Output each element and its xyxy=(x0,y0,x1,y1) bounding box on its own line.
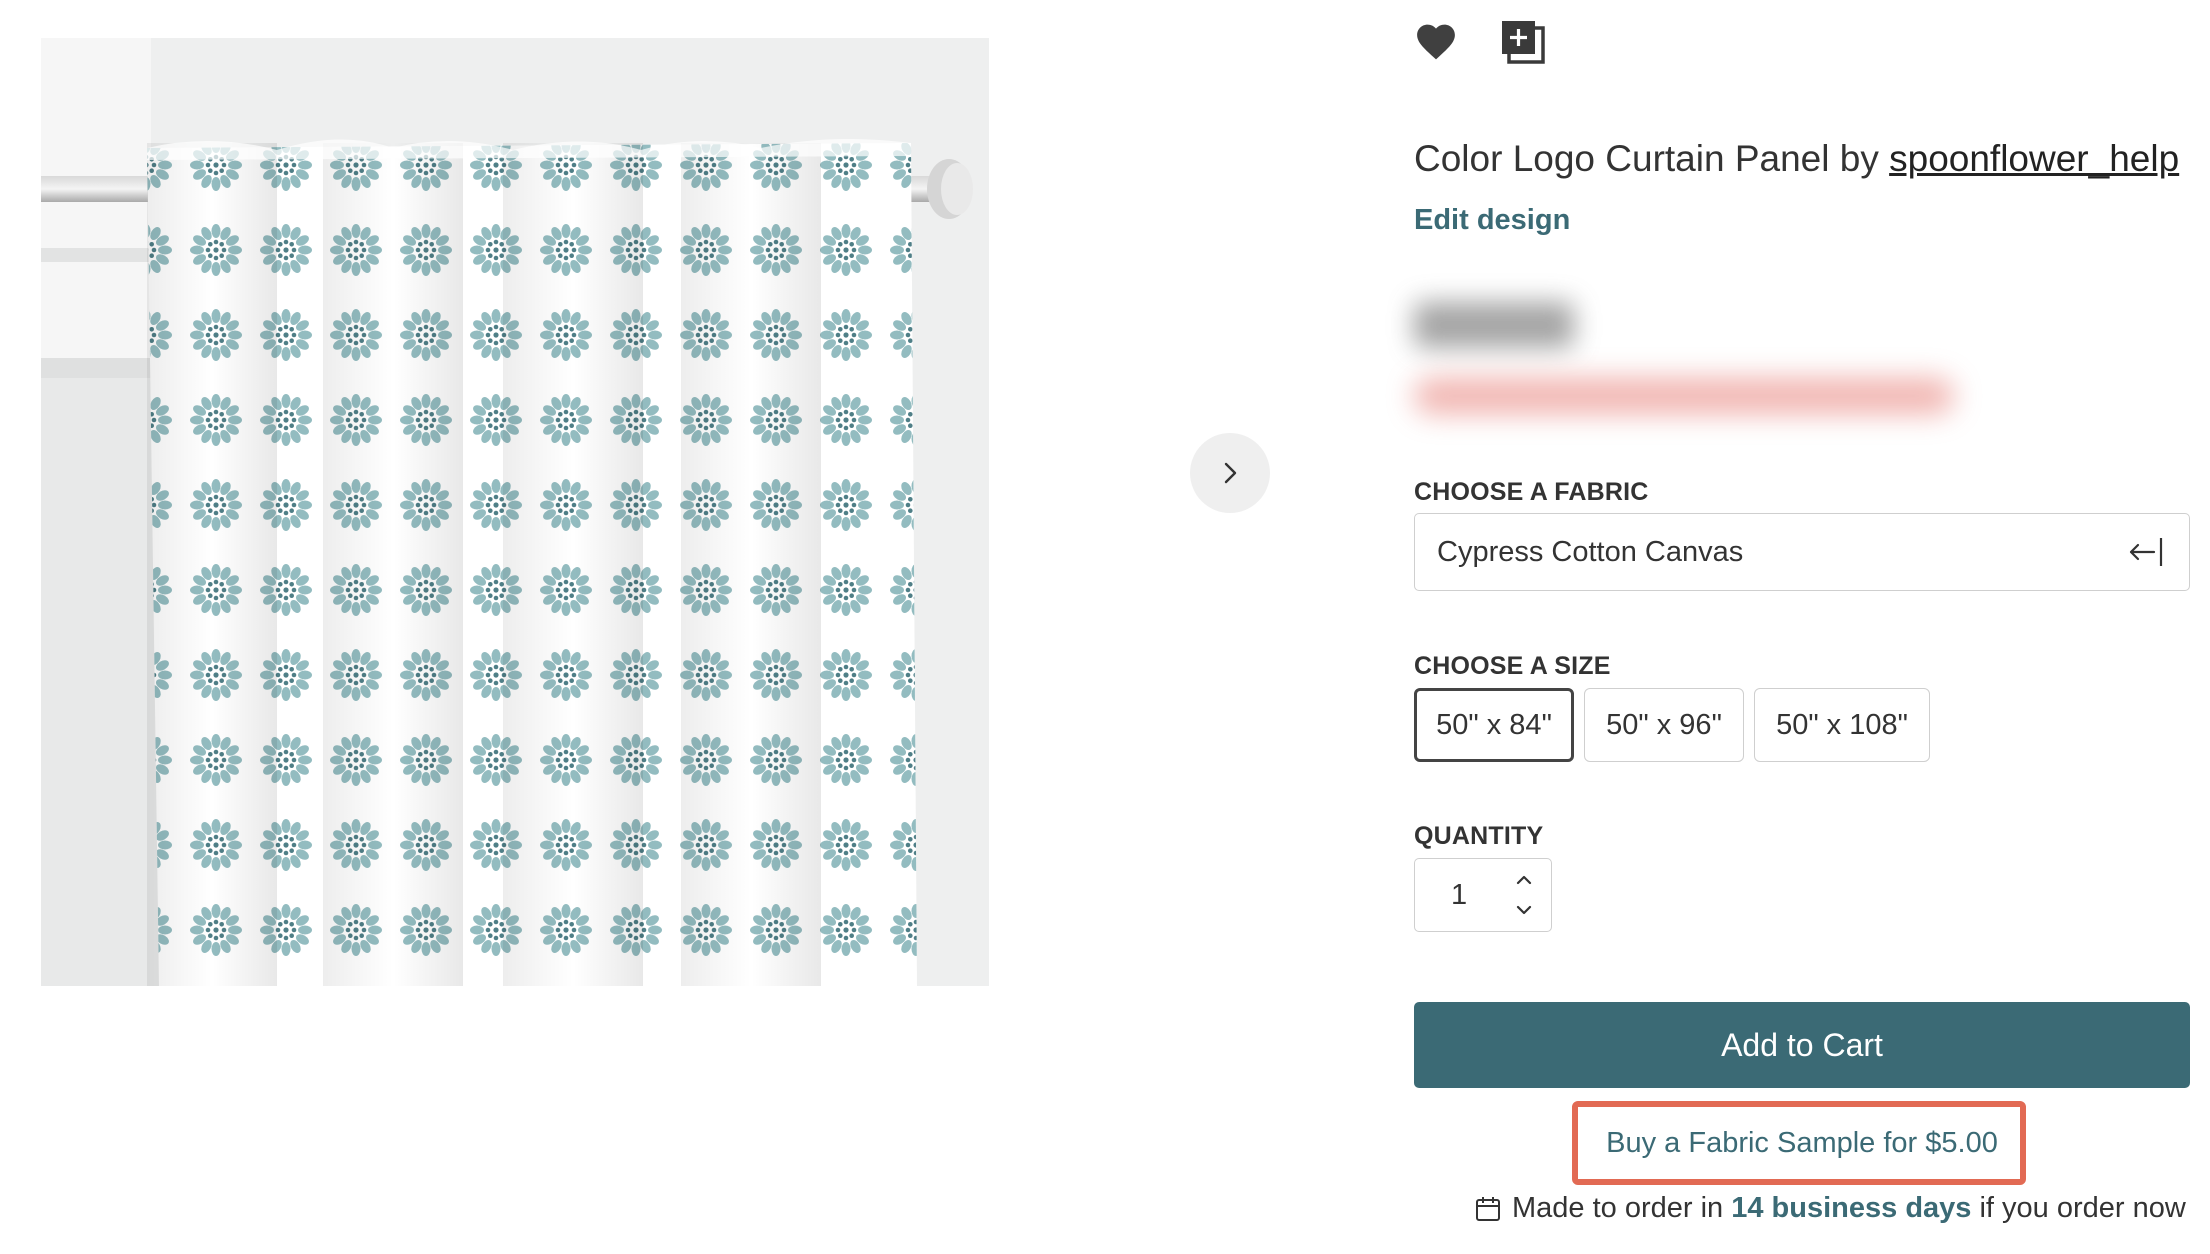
chevron-down-icon[interactable] xyxy=(1511,899,1537,921)
shipping-suffix: if you order now xyxy=(1971,1192,2186,1224)
add-to-collection-icon xyxy=(1502,21,1545,64)
calendar-icon xyxy=(1476,1196,1500,1221)
add-to-collection-button[interactable] xyxy=(1501,20,1551,70)
chevron-up-icon[interactable] xyxy=(1511,869,1537,891)
product-title: Color Logo Curtain Panel by spoonflower_… xyxy=(1414,138,2179,180)
favorite-button[interactable] xyxy=(1414,20,1464,70)
product-details-panel: Color Logo Curtain Panel by spoonflower_… xyxy=(1414,0,2194,1254)
chevron-right-icon xyxy=(1224,462,1237,484)
curtain-illustration xyxy=(41,38,989,986)
title-prefix: Color Logo Curtain Panel by xyxy=(1414,138,1890,179)
next-image-button[interactable] xyxy=(1190,433,1270,513)
promo-blurred xyxy=(1414,378,1954,414)
size-option-50x84[interactable]: 50" x 84" xyxy=(1414,688,1574,762)
shipping-text: Made to order in 14 business days if you… xyxy=(1512,1192,2186,1225)
fabric-value: Cypress Cotton Canvas xyxy=(1437,535,1744,568)
shipping-days: 14 business days xyxy=(1731,1192,1972,1224)
designer-link[interactable]: spoonflower_help xyxy=(1889,138,2179,179)
arrow-left-bar-icon xyxy=(2129,538,2163,566)
size-option-50x108[interactable]: 50" x 108" xyxy=(1754,688,1930,762)
quantity-label: QUANTITY xyxy=(1414,822,1544,850)
size-option-50x96[interactable]: 50" x 96" xyxy=(1584,688,1744,762)
buy-sample-link[interactable]: Buy a Fabric Sample for $5.00 xyxy=(1414,1127,2190,1160)
price-blurred xyxy=(1414,302,1574,348)
heart-icon xyxy=(1417,24,1455,60)
quantity-value[interactable]: 1 xyxy=(1451,879,1467,912)
add-to-cart-button[interactable]: Add to Cart xyxy=(1414,1002,2190,1088)
edit-design-link[interactable]: Edit design xyxy=(1414,204,1570,237)
shipping-prefix: Made to order in xyxy=(1512,1192,1732,1224)
quantity-stepper[interactable]: 1 xyxy=(1414,858,1552,932)
fabric-label: CHOOSE A FABRIC xyxy=(1414,478,1649,506)
size-label: CHOOSE A SIZE xyxy=(1414,652,1611,680)
product-image xyxy=(41,38,989,986)
shipping-info: Made to order in 14 business days if you… xyxy=(1474,1192,2186,1225)
size-options: 50" x 84" 50" x 96" 50" x 108" xyxy=(1414,688,1930,762)
fabric-select[interactable]: Cypress Cotton Canvas xyxy=(1414,513,2190,591)
